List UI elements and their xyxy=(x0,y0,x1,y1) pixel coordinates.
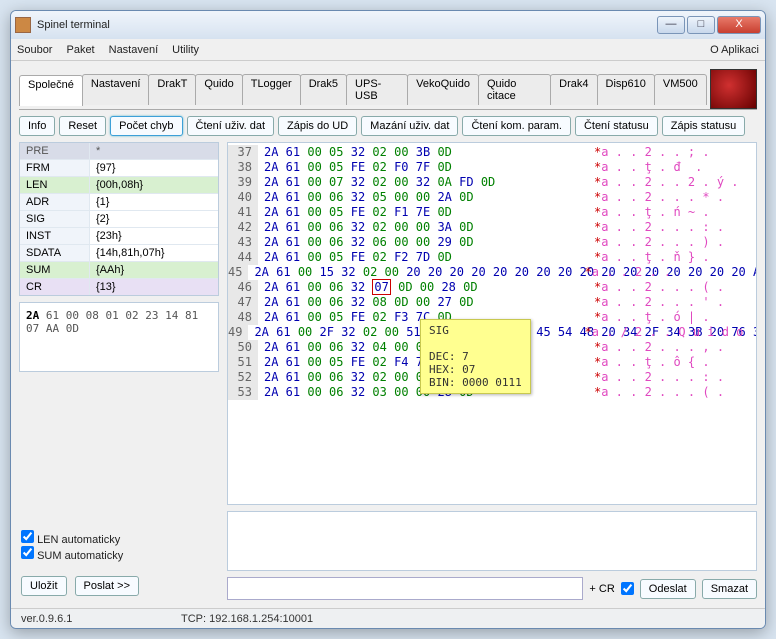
window-title: Spinel terminal xyxy=(37,19,657,31)
version-label: ver.0.9.6.1 xyxy=(21,613,181,625)
cr-checkbox[interactable] xyxy=(621,582,634,595)
titlebar[interactable]: Spinel terminal — □ X xyxy=(11,11,765,39)
tab-společné[interactable]: Společné xyxy=(19,75,83,106)
menu-item[interactable]: Paket xyxy=(66,44,94,56)
toolbar-button[interactable]: Čtení uživ. dat xyxy=(187,116,275,136)
toolbar-button[interactable]: Reset xyxy=(59,116,106,136)
param-val[interactable]: {97} xyxy=(90,160,218,176)
tab-drak4[interactable]: Drak4 xyxy=(550,74,597,105)
hex-line[interactable]: 402A 61 00 06 32 05 00 00 2A 0D*a . . 2 … xyxy=(228,190,756,205)
param-key: SDATA xyxy=(20,245,90,261)
hex-line[interactable]: 452A 61 00 15 32 02 00 20 20 20 20 20 20… xyxy=(228,265,756,280)
app-icon xyxy=(15,17,31,33)
param-val[interactable]: {14h,81h,07h} xyxy=(90,245,218,261)
about-link[interactable]: O Aplikaci xyxy=(710,44,759,56)
param-key: LEN xyxy=(20,177,90,193)
tab-vekoquido[interactable]: VekoQuido xyxy=(407,74,479,105)
command-input[interactable] xyxy=(227,577,583,600)
hex-view[interactable]: 372A 61 00 05 32 02 00 3B 0D*a . . 2 . .… xyxy=(227,142,757,505)
tab-quido[interactable]: Quido xyxy=(195,74,242,105)
tab-tlogger[interactable]: TLogger xyxy=(242,74,301,105)
param-val[interactable]: {00h,08h} xyxy=(90,177,218,193)
close-button[interactable]: X xyxy=(717,16,761,34)
menubar: Soubor Paket Nastavení Utility O Aplikac… xyxy=(11,39,765,61)
param-val[interactable]: {AAh} xyxy=(90,262,218,278)
param-key: SUM xyxy=(20,262,90,278)
hex-line[interactable]: 392A 61 00 07 32 02 00 32 0A FD 0D*a . .… xyxy=(228,175,756,190)
param-val: * xyxy=(90,143,218,159)
toolbar-button[interactable]: Mazání uživ. dat xyxy=(361,116,458,136)
param-table: PRE * FRM{97}LEN{00h,08h}ADR{1}SIG{2}INS… xyxy=(19,142,219,296)
toolbar-button[interactable]: Zápis statusu xyxy=(662,116,745,136)
cr-label: + CR xyxy=(589,583,614,595)
minimize-button[interactable]: — xyxy=(657,16,685,34)
toolbar-button[interactable]: Počet chyb xyxy=(110,116,182,136)
tab-disp610[interactable]: Disp610 xyxy=(597,74,655,105)
param-key: SIG xyxy=(20,211,90,227)
maximize-button[interactable]: □ xyxy=(687,16,715,34)
send-button[interactable]: Poslat >> xyxy=(75,576,139,596)
hex-line[interactable]: 412A 61 00 05 FE 02 F1 7E 0D*a . . ţ . ń… xyxy=(228,205,756,220)
param-val[interactable]: {1} xyxy=(90,194,218,210)
sum-auto-checkbox[interactable]: SUM automaticky xyxy=(21,546,217,562)
clear-button[interactable]: Smazat xyxy=(702,579,757,599)
toolbar: InfoResetPočet chybČtení uživ. datZápis … xyxy=(19,110,757,142)
param-key: FRM xyxy=(20,160,90,176)
toolbar-button[interactable]: Info xyxy=(19,116,55,136)
tab-ups-usb[interactable]: UPS-USB xyxy=(346,74,408,105)
param-val[interactable]: {2} xyxy=(90,211,218,227)
len-auto-checkbox[interactable]: LEN automaticky xyxy=(21,530,217,546)
toolbar-button[interactable]: Zápis do UD xyxy=(278,116,357,136)
byte-tooltip: SIG DEC: 7 HEX: 07 BIN: 0000 0111 xyxy=(420,319,531,394)
hex-line[interactable]: 472A 61 00 06 32 08 0D 00 27 0D*a . . 2 … xyxy=(228,295,756,310)
tab-drakt[interactable]: DrakT xyxy=(148,74,196,105)
param-key: CR xyxy=(20,279,90,295)
tab-vm500[interactable]: VM500 xyxy=(654,74,707,105)
connection-label: TCP: 192.168.1.254:10001 xyxy=(181,613,313,625)
toolbar-button[interactable]: Čtení statusu xyxy=(575,116,658,136)
menu-item[interactable]: Nastavení xyxy=(109,44,159,56)
param-key: PRE xyxy=(20,143,90,159)
param-val[interactable]: {23h} xyxy=(90,228,218,244)
tabstrip: SpolečnéNastaveníDrakTQuidoTLoggerDrak5U… xyxy=(19,69,757,110)
save-button[interactable]: Uložit xyxy=(21,576,67,596)
tab-drak5[interactable]: Drak5 xyxy=(300,74,347,105)
auto-checks: LEN automaticky SUM automaticky xyxy=(19,526,219,566)
hex-line[interactable]: 372A 61 00 05 32 02 00 3B 0D*a . . 2 . .… xyxy=(228,145,756,160)
hex-line[interactable]: 432A 61 00 06 32 06 00 00 29 0D*a . . 2 … xyxy=(228,235,756,250)
hex-line[interactable]: 462A 61 00 06 32 07 0D 00 28 0D*a . . 2 … xyxy=(228,280,756,295)
tab-nastavení[interactable]: Nastavení xyxy=(82,74,150,105)
menu-item[interactable]: Utility xyxy=(172,44,199,56)
statusbar: ver.0.9.6.1 TCP: 192.168.1.254:10001 xyxy=(11,608,765,628)
tab-image xyxy=(710,69,757,109)
output-box[interactable] xyxy=(227,511,757,571)
param-key: INST xyxy=(20,228,90,244)
hex-line[interactable]: 382A 61 00 05 FE 02 F0 7F 0D*a . . ţ . đ… xyxy=(228,160,756,175)
hex-line[interactable]: 422A 61 00 06 32 02 00 00 3A 0D*a . . 2 … xyxy=(228,220,756,235)
submit-button[interactable]: Odeslat xyxy=(640,579,696,599)
menu-item[interactable]: Soubor xyxy=(17,44,52,56)
hex-line[interactable]: 442A 61 00 05 FE 02 F2 7D 0D*a . . ţ . ň… xyxy=(228,250,756,265)
param-val[interactable]: {13} xyxy=(90,279,218,295)
tab-quido citace[interactable]: Quido citace xyxy=(478,74,551,105)
toolbar-button[interactable]: Čtení kom. param. xyxy=(462,116,570,136)
param-key: ADR xyxy=(20,194,90,210)
packet-hex-summary: 2A 61 00 08 01 02 23 14 81 07 AA 0D xyxy=(19,302,219,372)
app-window: Spinel terminal — □ X Soubor Paket Nasta… xyxy=(10,10,766,629)
